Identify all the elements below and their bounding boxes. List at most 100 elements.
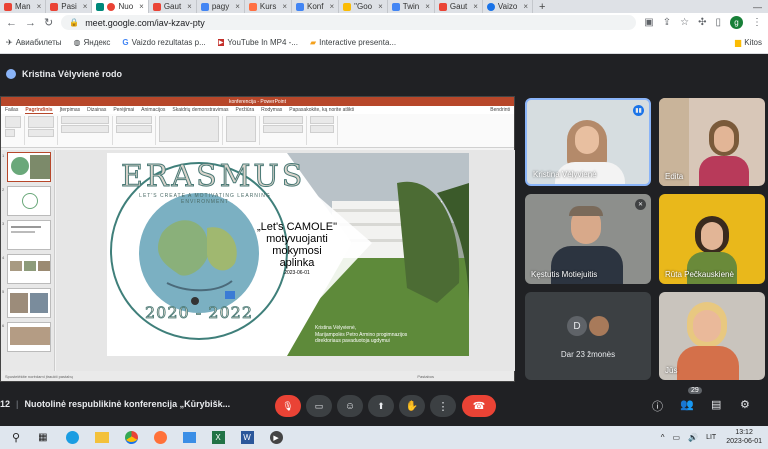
volume-icon[interactable]: 🔊 — [688, 433, 698, 442]
tab-6[interactable]: Konf × — [292, 0, 340, 13]
url-text: meet.google.com/iav-kzav-pty — [85, 17, 205, 28]
folder-icon — [343, 2, 352, 11]
present-button[interactable]: ⬆ — [368, 395, 394, 417]
minimize-icon[interactable]: — — [747, 2, 768, 12]
bookmark-4[interactable]: ▰ Interactive presenta... — [310, 38, 396, 47]
presentation-icon: ▰ — [309, 38, 317, 47]
address-bar[interactable]: 🔒 meet.google.com/iav-kzav-pty — [61, 15, 637, 30]
photos-icon[interactable] — [182, 432, 196, 443]
participant-tile[interactable]: ▮▮ Kristina Vėlyvienė — [525, 98, 651, 186]
ribbon-group — [310, 116, 338, 145]
language-indicator[interactable]: LIT — [706, 434, 716, 441]
close-tab-icon[interactable]: × — [139, 2, 144, 11]
media-player-icon[interactable]: ▶ — [269, 431, 283, 444]
erasmus-logo-years: 2020 - 2022 — [145, 303, 254, 323]
clock[interactable]: 13:12 2023-06-01 — [726, 429, 762, 446]
participant-tile[interactable]: ✕ Kęstutis Motiejuitis — [525, 194, 651, 284]
tab-5[interactable]: Kurs × — [245, 0, 292, 13]
slide-thumbnail[interactable]: 2 — [2, 186, 51, 216]
bookmark-2[interactable]: G Vaizdo rezultatas p... — [122, 38, 205, 47]
mic-toggle-button[interactable]: 🎙 — [275, 395, 301, 417]
profile-avatar[interactable]: g — [730, 16, 743, 29]
share-icon[interactable]: ⇪ — [663, 17, 671, 28]
shared-screen: konferencija - PowerPoint Failas Pagrind… — [0, 96, 515, 382]
close-tab-icon[interactable]: × — [425, 2, 430, 11]
participant-tile[interactable]: Rūta Pečkauskienė — [659, 194, 765, 284]
other-bookmarks[interactable]: ▆ Kitos — [735, 38, 762, 47]
bookmark-1[interactable]: ◍ Яндекс — [74, 38, 111, 47]
chat-icon[interactable]: ▤ — [711, 398, 721, 411]
avatar: D — [567, 316, 587, 336]
raise-hand-button[interactable]: ✋ — [399, 395, 425, 417]
more-participants-tile[interactable]: D Dar 23 žmonės — [525, 292, 651, 380]
ribbon-group — [159, 116, 223, 145]
excel-icon[interactable]: X — [211, 431, 225, 444]
close-tab-icon[interactable]: × — [83, 2, 88, 11]
camera-icon[interactable]: ▣ — [644, 17, 653, 28]
back-icon[interactable]: ← — [6, 17, 17, 29]
people-icon[interactable]: 👥 — [680, 398, 694, 411]
tab-9[interactable]: Gaut × — [435, 0, 483, 13]
browser-toolbar: ← → ↻ 🔒 meet.google.com/iav-kzav-pty ▣ ⇪… — [0, 13, 768, 32]
participant-tile[interactable]: Edita — [659, 98, 765, 186]
bookmark-3[interactable]: ▶ YouTube In MP4 -... — [217, 38, 298, 47]
star-icon[interactable]: ☆ — [680, 17, 689, 28]
slide-thumbnail[interactable]: 3 — [2, 220, 51, 250]
forward-icon[interactable]: → — [25, 17, 36, 29]
notes-placeholder: Spustelėkite norėdami įtraukti pastabų — [5, 373, 73, 379]
tab-0[interactable]: Man × — [0, 0, 47, 13]
edge-icon[interactable] — [65, 431, 79, 444]
task-view-icon[interactable]: ▦ — [38, 432, 47, 443]
self-view-tile[interactable]: Jūs — [659, 292, 765, 380]
close-tab-icon[interactable]: × — [282, 2, 287, 11]
close-tab-icon[interactable]: × — [523, 2, 528, 11]
emoji-button[interactable]: ☺ — [337, 395, 363, 417]
reload-icon[interactable]: ↻ — [44, 16, 53, 29]
meet-icon — [96, 2, 105, 11]
search-icon[interactable]: ⚲ — [12, 431, 20, 444]
camera-toggle-button[interactable]: ▭ — [306, 395, 332, 417]
mic-off-icon: ✕ — [635, 199, 646, 210]
sidebar-icon[interactable]: ▯ — [715, 17, 721, 28]
close-tab-icon[interactable]: × — [378, 2, 383, 11]
ribbon-tab: Įterpimas — [59, 107, 81, 113]
activities-icon[interactable]: ⚙ — [740, 398, 750, 411]
recording-icon — [107, 2, 116, 11]
more-options-button[interactable]: ⋮ — [430, 395, 456, 417]
puzzle-icon[interactable]: ✣ — [698, 17, 706, 28]
tab-3[interactable]: Gaut × — [149, 0, 197, 13]
close-tab-icon[interactable]: × — [235, 2, 240, 11]
firefox-icon[interactable] — [153, 431, 167, 444]
slide-thumbnails: 1 2 3 4 5 6 — [1, 150, 55, 371]
slide-thumbnail[interactable]: 4 — [2, 254, 51, 284]
chrome-icon[interactable] — [124, 431, 138, 444]
tab-8[interactable]: Twin × — [388, 0, 435, 13]
menu-icon[interactable]: ⋮ — [752, 17, 762, 28]
close-tab-icon[interactable]: × — [473, 2, 478, 11]
network-icon[interactable]: ▭ — [673, 433, 681, 442]
tab-10[interactable]: Vaizo × — [483, 0, 534, 13]
word-icon[interactable]: W — [240, 431, 254, 444]
presenting-icon — [6, 69, 16, 79]
bookmark-0[interactable]: ✈ Авиабилеты — [6, 38, 62, 47]
close-tab-icon[interactable]: × — [187, 2, 192, 11]
slide-thumbnail[interactable]: 1 — [2, 152, 51, 182]
ribbon-tab: Failas — [5, 107, 19, 113]
slide-thumbnail[interactable]: 6 — [2, 322, 51, 352]
tab-7[interactable]: "Goo × — [339, 0, 388, 13]
leave-call-button[interactable]: ☎ — [462, 395, 496, 417]
new-tab-button[interactable]: + — [533, 1, 551, 13]
tab-1[interactable]: Pasi × — [46, 0, 93, 13]
close-tab-icon[interactable]: × — [329, 2, 334, 11]
speaking-indicator-icon: ▮▮ — [633, 105, 644, 116]
tab-4[interactable]: pagy × — [197, 0, 245, 13]
slide-author: Kristina Vėlyvienė, Marijampolės Petro A… — [315, 325, 407, 345]
file-explorer-icon[interactable] — [94, 432, 109, 443]
slide-thumbnail[interactable]: 5 — [2, 288, 51, 318]
tray-chevron-icon[interactable]: ^ — [661, 433, 665, 442]
site-icon — [248, 2, 257, 11]
info-icon[interactable]: ⓘ — [652, 398, 663, 414]
close-tab-icon[interactable]: × — [37, 2, 42, 11]
tab-2[interactable]: Nuo × — [92, 0, 149, 13]
gmail-icon — [152, 2, 161, 11]
